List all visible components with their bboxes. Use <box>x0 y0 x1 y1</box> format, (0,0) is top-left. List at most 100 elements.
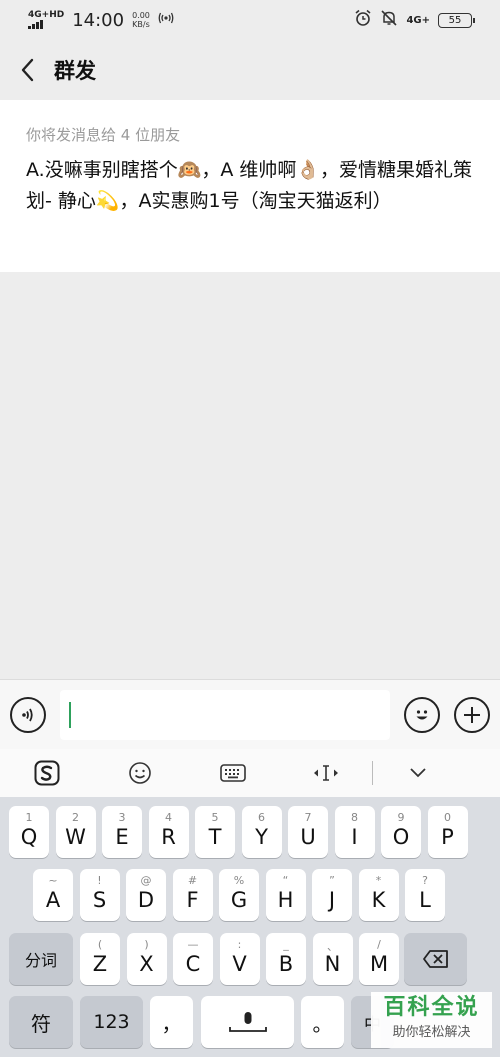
key-f[interactable]: # F <box>172 869 213 921</box>
comma-key-label: ， <box>161 1011 182 1036</box>
emoji-button[interactable] <box>404 696 440 733</box>
comma-key[interactable]: ， <box>150 996 193 1048</box>
key-main-label: F <box>186 888 199 912</box>
recipient-list: A.没嘛事别瞎搭个🙉，A 维帅啊👌🏼，爱情糖果婚礼策划- 静心💫，A实惠购1号（… <box>26 159 473 212</box>
key-sub-label: ( <box>97 938 103 951</box>
key-main-label: M <box>369 952 389 976</box>
key-main-label: P <box>441 825 454 849</box>
key-b[interactable]: _ B <box>266 933 306 985</box>
key-sub-label: _ <box>283 938 289 951</box>
key-p[interactable]: 0P <box>427 806 468 858</box>
number-key-label: 123 <box>93 1011 130 1033</box>
key-main-label: R <box>161 825 176 849</box>
number-key[interactable]: 123 <box>80 996 143 1048</box>
key-j[interactable]: ” J <box>312 869 352 921</box>
microphone-icon <box>201 996 294 1048</box>
voice-button[interactable] <box>10 696 46 733</box>
smiley-icon <box>416 709 428 719</box>
app-header: 群发 <box>0 40 500 100</box>
key-main-label: W <box>65 825 86 849</box>
key-main-label: O <box>392 825 410 849</box>
key-r[interactable]: 4R <box>148 806 189 858</box>
key-main-label: Y <box>255 825 268 849</box>
collapse-keyboard-button[interactable] <box>373 749 463 797</box>
key-k[interactable]: * K <box>358 869 399 921</box>
message-input[interactable] <box>60 689 390 740</box>
key-d[interactable]: @ D <box>126 869 166 921</box>
network-type-right: 4G+ <box>406 14 430 26</box>
key-sub-label: 0 <box>444 811 451 824</box>
key-c[interactable]: — C <box>173 933 213 985</box>
key-sub-label: # <box>187 874 198 887</box>
key-sub-label: 6 <box>258 811 265 824</box>
key-v[interactable]: :V <box>219 933 260 985</box>
key-z[interactable]: (Z <box>80 933 120 985</box>
keyboard-toolbar <box>0 749 500 797</box>
key-l[interactable]: ? L <box>405 869 445 921</box>
key-h[interactable]: “H <box>265 869 306 921</box>
sogou-logo-button[interactable] <box>0 749 93 797</box>
alarm-icon <box>354 9 372 32</box>
key-sub-label: 2 <box>72 811 79 824</box>
key-s[interactable]: ! S <box>79 869 120 921</box>
key-sub-label: * <box>375 874 382 887</box>
backspace-icon <box>404 933 467 985</box>
key-main-label: X <box>139 952 154 976</box>
key-x[interactable]: ) X <box>126 933 167 985</box>
key-q[interactable]: 1Q <box>9 806 49 858</box>
key-main-label: S <box>92 888 107 912</box>
backspace-key[interactable] <box>404 933 467 985</box>
key-sub-label: % <box>233 874 245 887</box>
key-sub-label: : <box>237 938 242 951</box>
back-button[interactable] <box>14 56 42 84</box>
network-speed-unit: KB/s <box>132 20 150 29</box>
key-y[interactable]: 6Y <box>241 806 282 858</box>
key-main-label: U <box>300 825 316 849</box>
key-sub-label: ? <box>422 874 428 887</box>
period-key-label: 。 <box>312 1011 333 1036</box>
key-main-label: G <box>230 888 248 912</box>
key-sub-label: ! <box>97 874 102 887</box>
key-main-label: D <box>137 888 155 912</box>
key-main-label: N <box>324 952 341 976</box>
key-m[interactable]: / M <box>359 933 399 985</box>
key-main-label: E <box>115 825 129 849</box>
key-main-label: V <box>232 952 247 976</box>
key-sub-label: 9 <box>397 811 405 824</box>
network-type-label: 4G+HD <box>28 10 65 20</box>
more-button[interactable] <box>454 696 490 733</box>
key-main-label: K <box>371 888 386 912</box>
key-main-label: J <box>328 888 336 912</box>
key-n[interactable]: 、 N <box>312 933 353 985</box>
network-speed: 0.00 KB/s <box>132 11 150 29</box>
key-main-label: Z <box>92 952 108 976</box>
key-main-label: C <box>185 952 201 976</box>
chevron-left-icon <box>21 58 34 82</box>
key-e[interactable]: 3E <box>102 806 142 858</box>
network-speed-value: 0.00 <box>132 11 150 20</box>
symbol-key[interactable]: 符 <box>9 996 73 1048</box>
battery-icon: 55 <box>438 12 475 28</box>
key-main-label: H <box>277 888 294 912</box>
battery-level: 55 <box>448 14 462 26</box>
key-w[interactable]: 2W <box>55 806 96 858</box>
key-t[interactable]: 5T <box>195 806 235 858</box>
key-sub-label: 1 <box>25 811 33 824</box>
keyboard-switch-button[interactable] <box>186 749 279 797</box>
status-bar: 4G+HD 14:00 0.00 KB/s 4G+ 55 <box>0 0 500 40</box>
cursor-move-button[interactable] <box>279 749 372 797</box>
emoji-panel-button[interactable] <box>93 749 186 797</box>
space-key[interactable] <box>201 996 294 1048</box>
key-o[interactable]: 9O <box>381 806 421 858</box>
chevron-down-icon <box>410 768 426 778</box>
key-g[interactable]: % G <box>219 869 259 921</box>
plus-icon <box>464 706 480 723</box>
period-key[interactable]: 。 <box>301 996 344 1048</box>
key-sub-label: 8 <box>351 811 358 824</box>
smiley-outline-icon <box>128 762 151 784</box>
fenci-key[interactable]: 分词 <box>9 933 73 985</box>
key-u[interactable]: 7U <box>288 806 328 858</box>
key-a[interactable]: ~ A <box>33 869 73 921</box>
key-i[interactable]: 8I <box>334 806 375 858</box>
watermark-logo: 百科全说 助你轻松解决 <box>371 992 492 1048</box>
